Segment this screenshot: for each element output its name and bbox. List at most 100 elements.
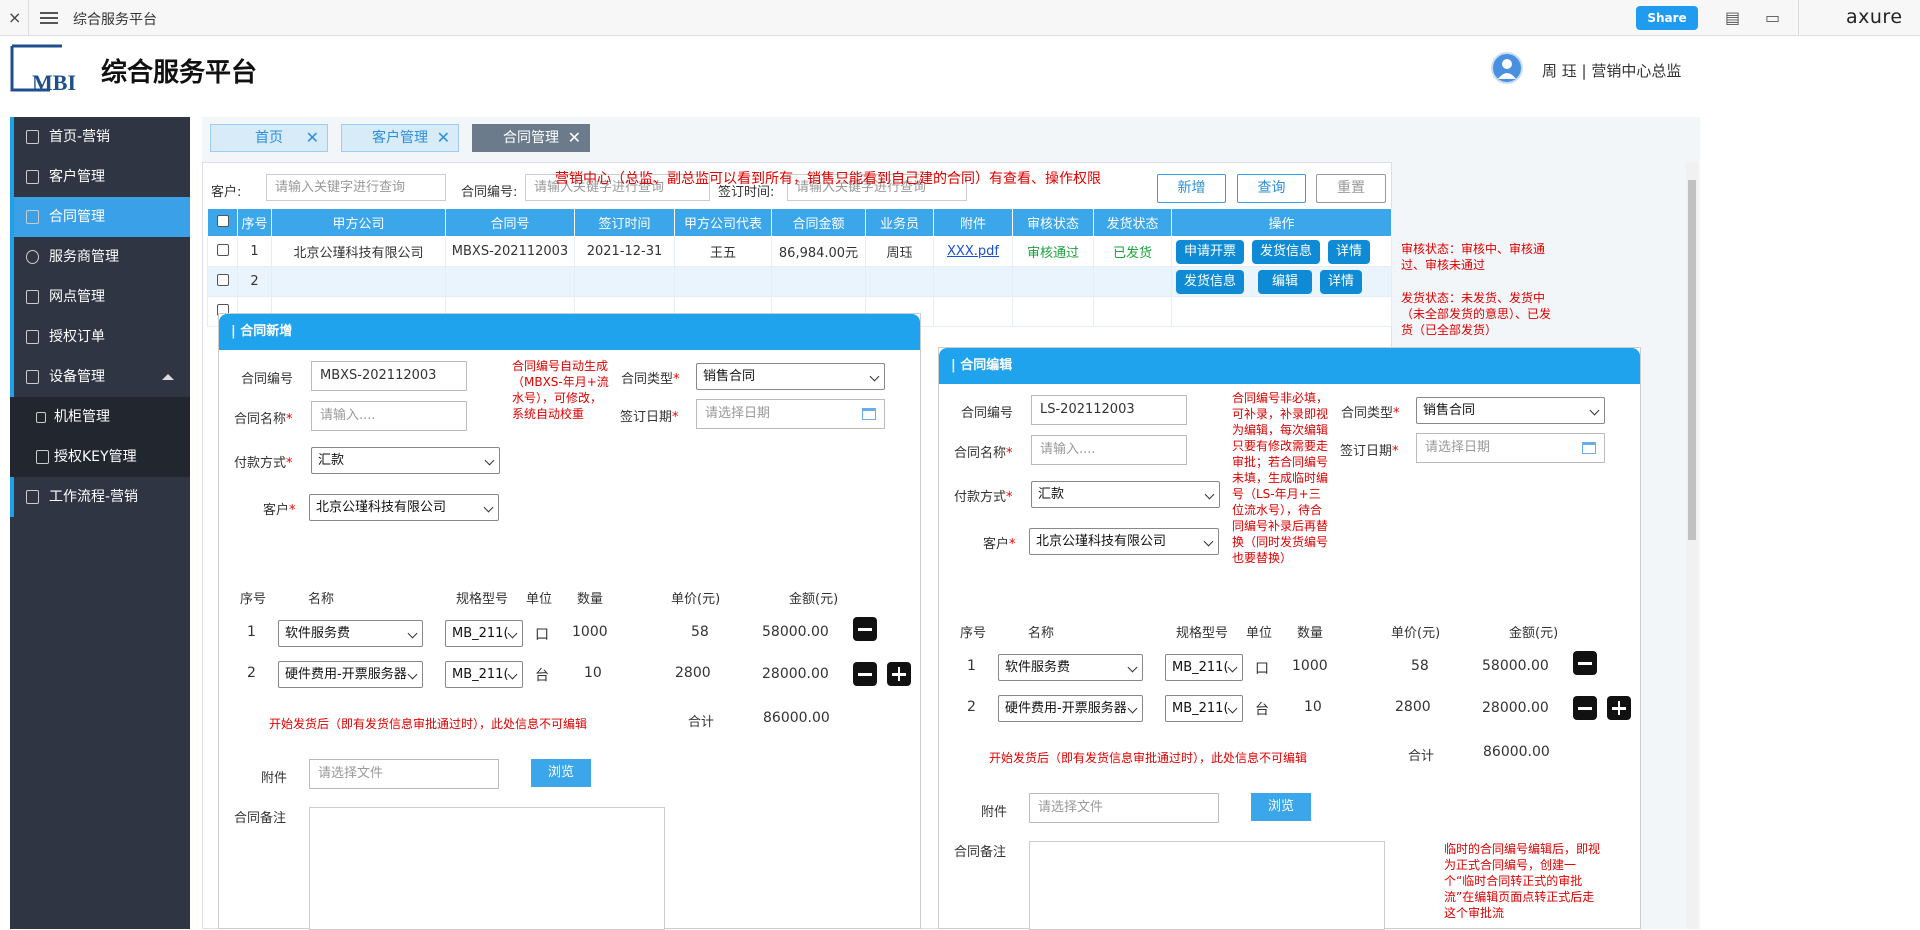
close-icon[interactable]: ✕ [437,125,450,151]
comment-icon[interactable]: ▭ [1765,8,1780,27]
item-name-select[interactable]: 硬件费用-开票服务器 [278,661,423,688]
contract-no-note: 合同编号自动生成（MBXS-年月+流水号），可修改，系统自动校重 [512,359,609,421]
col-header: 序号 [240,592,267,607]
sidebar-item-auth-keys[interactable]: 授权KEY管理 [10,437,190,477]
share-button[interactable]: Share [1636,6,1698,30]
col-header: 操作 [1171,208,1392,237]
sidebar-item-service-providers[interactable]: 服务商管理 [10,237,190,277]
new-button[interactable]: 新增 [1157,174,1226,203]
scrollbar[interactable] [1686,162,1698,929]
item-spec-select[interactable]: MB_211( [445,620,523,647]
doc-icon [26,130,39,144]
add-row-icon[interactable] [1607,696,1631,720]
axure-toolbar: × 综合服务平台 Share ▤ ▭ axure [0,0,1920,36]
remove-row-icon[interactable] [853,617,877,641]
contract-no-input[interactable]: LS-202112003 [1031,395,1187,425]
sidebar-item-devices[interactable]: 设备管理 [10,357,190,397]
sidebar-item-auth-orders[interactable]: 授权订单 [10,317,190,357]
row-checkbox[interactable] [207,236,238,267]
sidebar-item-workflow[interactable]: 工作流程-营销 [10,477,190,517]
table-row: 1 北京公瑾科技有限公司 MBXS-202112003 2021-12-31 王… [207,236,1392,267]
remove-row-icon[interactable] [1573,696,1597,720]
item-price[interactable]: 2800 [675,665,711,681]
remark-textarea[interactable] [1029,841,1385,930]
close-icon[interactable]: × [8,8,21,27]
sidebar-item-label: 工作流程-营销 [49,489,139,505]
item-qty[interactable]: 1000 [1292,658,1328,674]
col-header: 规格型号 [456,592,509,607]
user-info[interactable]: 周 珏 | 营销中心总监 [1542,60,1681,81]
item-name-select[interactable]: 硬件费用-开票服务器 [998,695,1143,722]
avatar[interactable] [1491,52,1523,84]
sidebar-item-outlets[interactable]: 网点管理 [10,277,190,317]
select-all-checkbox[interactable] [207,208,238,237]
sidebar-item-customers[interactable]: 客户管理 [10,157,190,197]
sidebar-item-home[interactable]: 首页-营销 [10,117,190,157]
item-qty[interactable]: 10 [1304,699,1322,715]
edit-button[interactable]: 编辑 [1258,269,1313,294]
remove-row-icon[interactable] [853,662,877,686]
close-icon[interactable]: ✕ [568,125,581,151]
remove-row-icon[interactable] [1573,651,1597,675]
attachment-label: 附件 [981,805,1008,820]
item-name-select[interactable]: 软件服务费 [998,654,1143,681]
col-header: 数量 [577,592,604,607]
tab-contracts[interactable]: 合同管理 ✕ [472,124,590,152]
query-button[interactable]: 查询 [1237,174,1306,203]
item-qty[interactable]: 10 [584,665,602,681]
customer-search-input[interactable]: 请输入关键字进行查询 [266,174,446,201]
workflow-icon [26,490,39,504]
col-header: 数量 [1297,626,1324,641]
customer-select[interactable]: 北京公瑾科技有限公司 [1029,528,1219,555]
reset-button[interactable]: 重置 [1316,174,1386,203]
menu-icon[interactable] [40,9,58,25]
shipping-info-button[interactable]: 发货信息 [1176,269,1245,294]
contract-type-select[interactable]: 销售合同 [696,363,885,390]
device-icon [26,370,39,384]
item-qty[interactable]: 1000 [572,624,608,640]
contract-name-input[interactable]: 请输入.... [1031,435,1187,465]
item-spec-select[interactable]: MB_211( [1165,654,1243,681]
item-unit: 台 [1255,702,1269,718]
collapse-arrow-icon [162,374,174,380]
tab-home[interactable]: 首页 ✕ [210,124,328,152]
browse-button[interactable]: 浏览 [1251,793,1311,821]
contract-new-modal: | 合同新增 合同编号 MBXS-202112003 合同编号自动生成（MBXS… [218,313,921,930]
remark-textarea[interactable] [309,807,665,930]
close-icon[interactable]: ✕ [306,125,319,151]
shipping-info-button[interactable]: 发货信息 [1252,239,1321,264]
item-spec-select[interactable]: MB_211( [1165,695,1243,722]
row-checkbox[interactable] [207,266,238,297]
scrollbar-thumb[interactable] [1688,180,1696,540]
payment-select[interactable]: 汇款 [1031,481,1220,508]
sign-date-picker[interactable]: 请选择日期 [696,399,885,429]
item-name-select[interactable]: 软件服务费 [278,620,423,647]
attachment-link[interactable]: XXX.pdf [947,244,999,259]
contract-name-input[interactable]: 请输入.... [311,401,467,431]
user-icon [1498,59,1516,79]
sidebar-item-cabinets[interactable]: 机柜管理 [10,397,190,437]
notes-icon[interactable]: ▤ [1725,8,1740,27]
sign-date-picker[interactable]: 请选择日期 [1416,433,1605,463]
item-spec-select[interactable]: MB_211( [445,661,523,688]
col-header: 名称 [1028,626,1055,641]
attachment-input[interactable]: 请选择文件 [309,759,499,789]
contract-no-input[interactable]: MBXS-202112003 [311,361,467,391]
item-price[interactable]: 58 [1411,658,1429,674]
contract-type-select[interactable]: 销售合同 [1416,397,1605,424]
app-name: 综合服务平台 [101,58,258,88]
detail-button[interactable]: 详情 [1328,239,1371,264]
attachment-input[interactable]: 请选择文件 [1029,793,1219,823]
add-row-icon[interactable] [887,662,911,686]
browse-button[interactable]: 浏览 [531,759,591,787]
payment-select[interactable]: 汇款 [311,447,500,474]
tab-customers[interactable]: 客户管理 ✕ [341,124,459,152]
item-price[interactable]: 2800 [1395,699,1431,715]
item-unit: 口 [1255,661,1269,677]
item-price[interactable]: 58 [691,624,709,640]
sidebar-item-contracts[interactable]: 合同管理 [10,197,190,237]
customer-select[interactable]: 北京公瑾科技有限公司 [309,494,499,521]
apply-invoice-button[interactable]: 申请开票 [1176,239,1245,264]
detail-button[interactable]: 详情 [1320,269,1363,294]
item-no: 1 [247,624,256,640]
